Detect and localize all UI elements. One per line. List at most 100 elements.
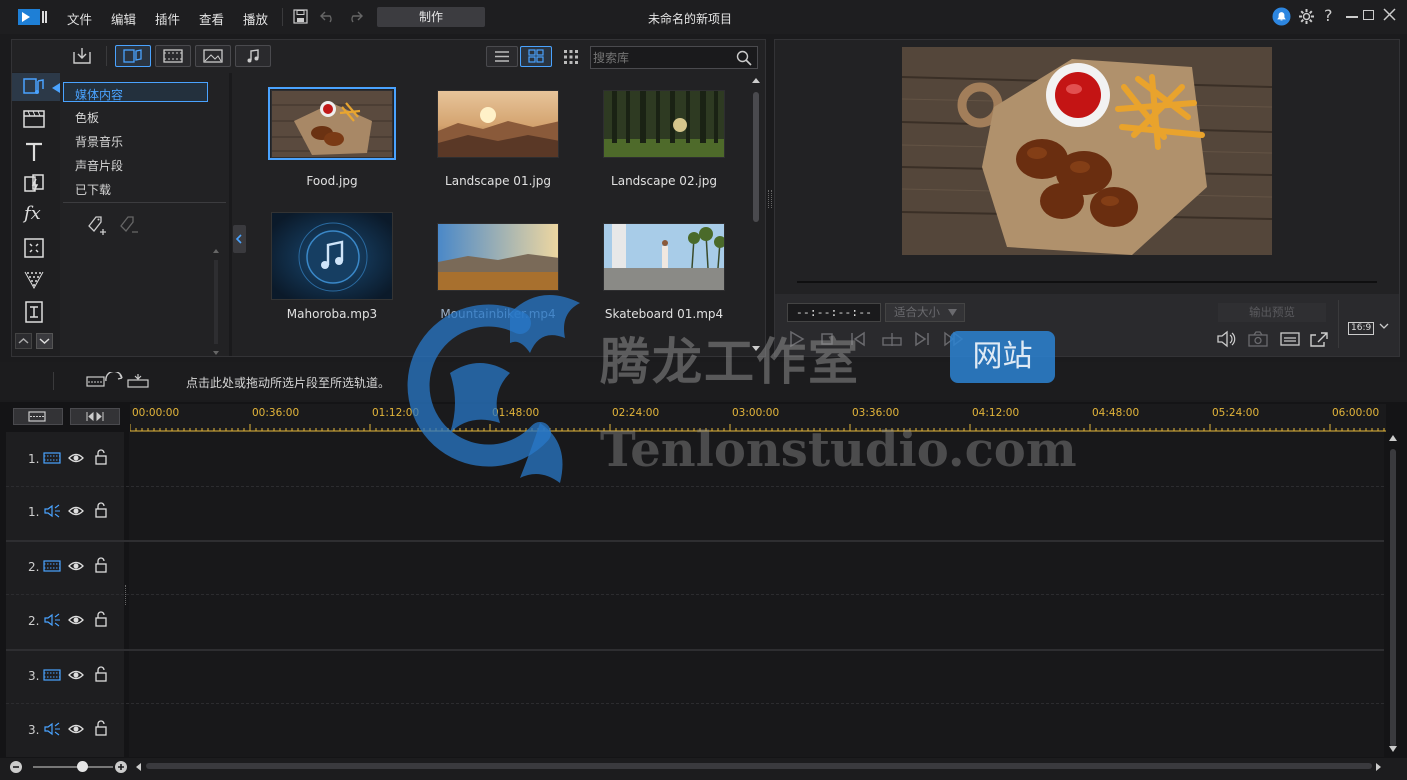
split-icon[interactable] [880,330,904,348]
add-tag-icon[interactable] [86,214,110,236]
media-grid-scrollbar[interactable] [751,75,761,355]
produce-button[interactable]: 制作 [377,7,485,27]
category-sound-clips[interactable]: 声音片段 [75,157,123,174]
scroll-left-arrow-icon[interactable] [134,762,142,772]
title-room-icon[interactable] [22,140,46,164]
settings-gear-icon[interactable] [1298,8,1315,25]
panel-splitter[interactable] [768,190,772,208]
media-thumb-landscape-02[interactable] [603,90,725,158]
zoom-slider-track[interactable] [33,766,113,768]
media-room-icon[interactable] [22,75,46,99]
zoom-slider-handle[interactable] [77,761,88,772]
search-input[interactable] [593,49,733,66]
particle-room-icon[interactable] [22,268,46,292]
menu-plugins[interactable]: 插件 [155,9,180,28]
splitter[interactable] [229,73,232,356]
scroll-thumb[interactable] [753,92,759,222]
room-scroll-down[interactable] [36,333,53,349]
menu-view[interactable]: 查看 [199,9,224,28]
track-header-audio-2[interactable]: 2. [6,595,124,649]
grid-view-button[interactable] [520,46,552,67]
eye-icon[interactable] [68,668,84,682]
snapshot-camera-icon[interactable] [1247,330,1269,348]
lock-icon[interactable] [94,720,108,736]
filter-image-button[interactable] [195,45,231,67]
menu-edit[interactable]: 编辑 [111,9,136,28]
track-header-audio-3[interactable]: 3. [6,704,124,757]
timecode-display[interactable]: --:--:--:-- [787,303,881,322]
transition-room-icon[interactable] [22,172,46,196]
media-thumb-mountainbiker[interactable] [437,223,559,291]
category-media-content[interactable]: 媒体内容 [75,86,123,103]
media-label-landscape-01[interactable]: Landscape 01.jpg [418,174,578,188]
media-thumb-landscape-01[interactable] [437,90,559,158]
collapse-panel-button[interactable] [233,225,246,253]
lock-icon[interactable] [94,449,108,465]
filter-all-media-button[interactable] [115,45,151,67]
media-thumb-mahoroba[interactable] [271,212,393,300]
track-header-video-2[interactable]: 2. [6,542,124,594]
category-color-boards[interactable]: 色板 [75,109,99,126]
eye-icon[interactable] [68,722,84,736]
minimize-button[interactable] [1346,16,1358,18]
eye-icon[interactable] [68,559,84,573]
effects-room-icon[interactable] [22,107,46,131]
help-button[interactable]: ? [1324,6,1333,25]
timeline-vertical-scrollbar[interactable] [1387,432,1399,758]
scroll-thumb[interactable] [1390,449,1396,747]
more-options-icon[interactable] [562,48,580,66]
filter-video-button[interactable] [155,45,191,67]
redo-icon[interactable] [347,10,363,23]
undo-icon[interactable] [320,10,336,23]
fit-size-dropdown[interactable]: 适合大小 [885,303,965,322]
zoom-out-icon[interactable] [9,760,23,774]
eye-icon[interactable] [68,504,84,518]
eye-icon[interactable] [68,613,84,627]
remove-tag-icon[interactable] [118,214,142,236]
search-icon[interactable] [736,50,752,66]
maximize-button[interactable] [1363,10,1374,20]
import-media-button[interactable] [68,45,96,67]
media-thumb-food[interactable] [271,90,393,158]
media-label-skateboard[interactable]: Skateboard 01.mp4 [584,307,744,321]
media-label-food[interactable]: Food.jpg [252,174,412,188]
overlay-room-icon[interactable] [22,236,46,260]
media-label-landscape-02[interactable]: Landscape 02.jpg [584,174,744,188]
subtitle-room-icon[interactable] [22,300,46,324]
next-frame-icon[interactable] [912,330,932,348]
preview-progress-track[interactable] [797,281,1377,283]
notification-icon[interactable] [1272,7,1291,26]
output-preview-button[interactable]: 输出预览 [1218,303,1326,322]
lock-icon[interactable] [94,502,108,518]
insert-modes-icon[interactable] [86,372,150,390]
header-splitter[interactable] [125,585,128,605]
zoom-in-icon[interactable] [114,760,128,774]
volume-icon[interactable] [1215,330,1237,348]
category-scrollbar[interactable] [212,244,220,355]
aspect-ratio-dropdown[interactable]: 16:9 [1348,319,1389,335]
category-background-music[interactable]: 背景音乐 [75,133,123,150]
track-header-audio-1[interactable]: 1. [6,487,124,540]
track-header-video-1[interactable]: 1. [6,432,124,486]
save-icon[interactable] [293,9,308,24]
scroll-right-arrow-icon[interactable] [1375,762,1383,772]
category-downloaded[interactable]: 已下载 [75,181,111,198]
media-thumb-skateboard[interactable] [603,223,725,291]
lock-icon[interactable] [94,666,108,682]
room-scroll-up[interactable] [15,333,32,349]
search-box[interactable] [590,46,758,69]
media-label-mahoroba[interactable]: Mahoroba.mp3 [252,307,412,321]
track-header-video-3[interactable]: 3. [6,651,124,703]
lock-icon[interactable] [94,611,108,627]
fx-room-icon[interactable]: fx [24,203,41,224]
menu-file[interactable]: 文件 [67,9,92,28]
subtitle-preview-icon[interactable] [1279,330,1301,348]
filter-audio-button[interactable] [235,45,271,67]
menu-playback[interactable]: 播放 [243,9,268,28]
close-icon[interactable] [1383,8,1396,21]
lock-icon[interactable] [94,557,108,573]
list-view-button[interactable] [486,46,518,67]
eye-icon[interactable] [68,451,84,465]
fit-timeline-button[interactable] [70,408,120,425]
timeline-horizontal-scroll-thumb[interactable] [146,763,1372,769]
